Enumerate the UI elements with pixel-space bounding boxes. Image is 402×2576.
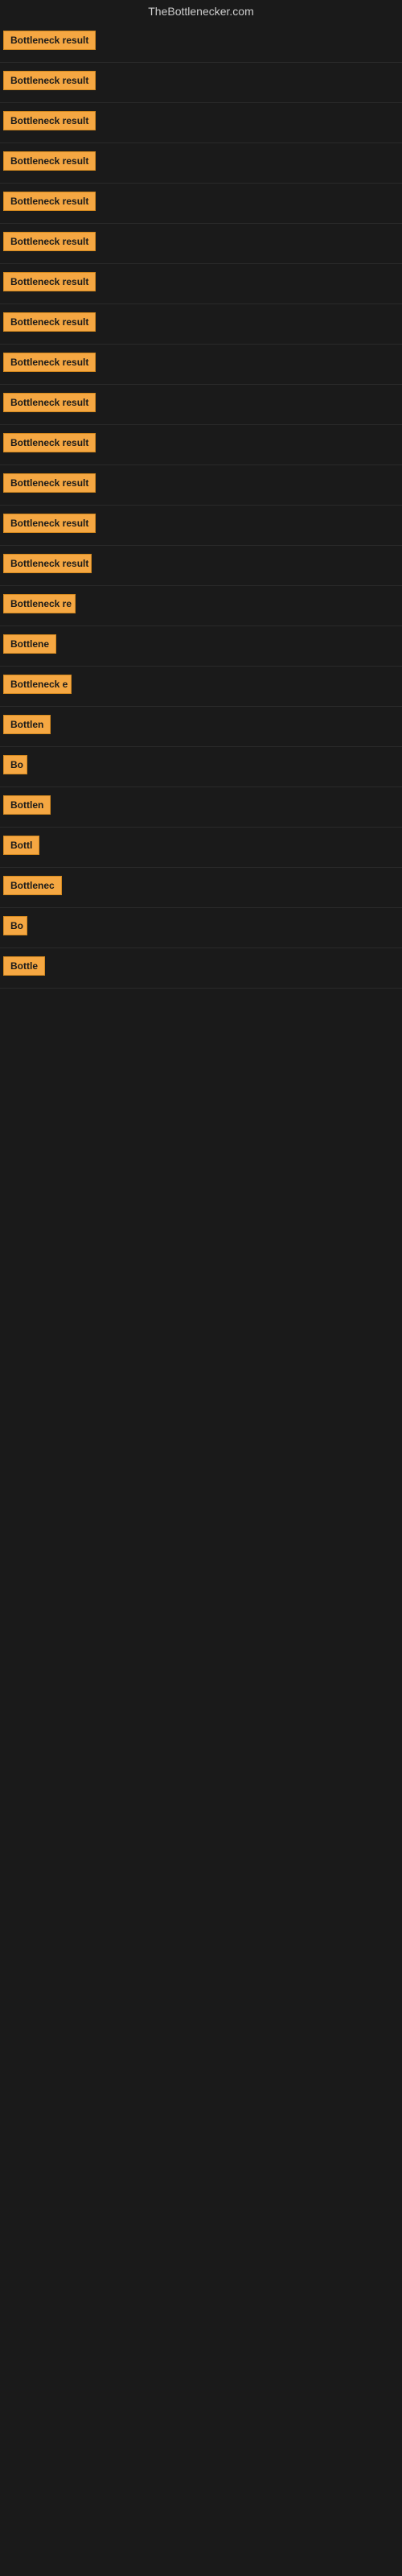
bottleneck-badge[interactable]: Bottleneck result xyxy=(3,554,92,573)
list-item: Bottleneck result xyxy=(0,23,402,63)
list-item: Bo xyxy=(0,908,402,948)
bottleneck-badge[interactable]: Bo xyxy=(3,916,27,935)
list-item: Bottleneck result xyxy=(0,143,402,184)
bottleneck-badge[interactable]: Bottleneck e xyxy=(3,675,72,694)
bottleneck-badge[interactable]: Bottlen xyxy=(3,715,51,734)
badges-container: Bottleneck result Bottleneck result Bottle… xyxy=(0,23,402,989)
list-item: Bottlen xyxy=(0,707,402,747)
list-item: Bottle xyxy=(0,948,402,989)
bottleneck-badge[interactable]: Bottleneck result xyxy=(3,514,96,533)
list-item: Bottleneck re xyxy=(0,586,402,626)
bottleneck-badge[interactable]: Bottleneck result xyxy=(3,232,96,251)
list-item: Bottl xyxy=(0,828,402,868)
bottleneck-badge[interactable]: Bottleneck result xyxy=(3,111,96,130)
list-item: Bottleneck result xyxy=(0,506,402,546)
bottleneck-badge[interactable]: Bottleneck result xyxy=(3,71,96,90)
bottleneck-badge[interactable]: Bottleneck result xyxy=(3,151,96,171)
list-item: Bottlen xyxy=(0,787,402,828)
list-item: Bottleneck e xyxy=(0,667,402,707)
bottleneck-badge[interactable]: Bottleneck result xyxy=(3,192,96,211)
list-item: Bottleneck result xyxy=(0,345,402,385)
bottleneck-badge[interactable]: Bottlen xyxy=(3,795,51,815)
bottleneck-badge[interactable]: Bottleneck result xyxy=(3,312,96,332)
list-item: Bottlene xyxy=(0,626,402,667)
list-item: Bottleneck result xyxy=(0,103,402,143)
bottleneck-badge[interactable]: Bottleneck result xyxy=(3,31,96,50)
list-item: Bottleneck result xyxy=(0,465,402,506)
bottleneck-badge[interactable]: Bottle xyxy=(3,956,45,976)
bottleneck-badge[interactable]: Bottleneck result xyxy=(3,473,96,493)
bottleneck-badge[interactable]: Bottleneck result xyxy=(3,433,96,452)
site-title: TheBottlenecker.com xyxy=(0,0,402,23)
list-item: Bottleneck result xyxy=(0,304,402,345)
bottleneck-badge[interactable]: Bottl xyxy=(3,836,39,855)
list-item: Bottleneck result xyxy=(0,224,402,264)
bottleneck-badge[interactable]: Bottleneck result xyxy=(3,353,96,372)
list-item: Bottleneck result xyxy=(0,546,402,586)
bottleneck-badge[interactable]: Bottleneck result xyxy=(3,393,96,412)
list-item: Bottleneck result xyxy=(0,63,402,103)
list-item: Bo xyxy=(0,747,402,787)
bottleneck-badge[interactable]: Bottlene xyxy=(3,634,56,654)
list-item: Bottleneck result xyxy=(0,184,402,224)
bottleneck-badge[interactable]: Bottleneck re xyxy=(3,594,76,613)
list-item: Bottlenec xyxy=(0,868,402,908)
list-item: Bottleneck result xyxy=(0,264,402,304)
bottleneck-badge[interactable]: Bottleneck result xyxy=(3,272,96,291)
bottleneck-badge[interactable]: Bo xyxy=(3,755,27,774)
list-item: Bottleneck result xyxy=(0,425,402,465)
bottleneck-badge[interactable]: Bottlenec xyxy=(3,876,62,895)
list-item: Bottleneck result xyxy=(0,385,402,425)
